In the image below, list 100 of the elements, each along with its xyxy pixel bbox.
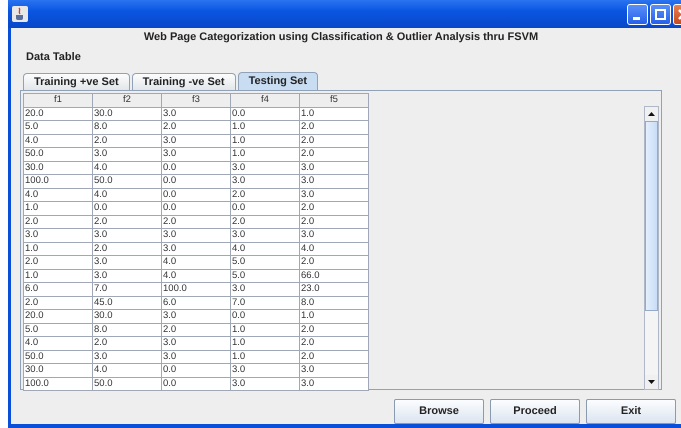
table-cell: 6.0 xyxy=(24,282,92,296)
table-cell: 7.0 xyxy=(92,282,162,296)
table-cell: 3.0 xyxy=(300,228,368,242)
table-cell: 2.0 xyxy=(162,120,230,134)
tab[interactable]: Training -ve Set xyxy=(132,73,236,90)
table-cell: 2.0 xyxy=(24,256,92,269)
table-cell: 4.0 xyxy=(300,242,368,256)
table-cell: 2.0 xyxy=(300,120,368,134)
table-cell: 30.0 xyxy=(92,107,162,120)
table-cell: 3.0 xyxy=(300,174,368,188)
table-cell: 30.0 xyxy=(24,364,92,377)
table-cell: 0.0 xyxy=(230,202,300,215)
table-cell: 4.0 xyxy=(24,134,92,148)
tab[interactable]: Testing Set xyxy=(238,72,318,90)
browse-button[interactable]: Browse xyxy=(394,399,484,424)
table-cell: 3.0 xyxy=(92,269,162,282)
table-cell: 1.0 xyxy=(24,202,92,215)
table-cell: 3.0 xyxy=(162,350,230,364)
window-heading: Web Page Categorization using Classification & Outlier Analysis thru FSVM xyxy=(142,31,540,44)
table-cell: 2.0 xyxy=(162,323,230,336)
table-cell: 4.0 xyxy=(92,364,162,377)
table-cell: 4.0 xyxy=(162,256,230,269)
table-cell: 2.0 xyxy=(92,242,162,256)
table-cell: 100.0 xyxy=(24,377,92,390)
table-cell: 3.0 xyxy=(300,364,368,377)
table-cell: 0.0 xyxy=(162,377,230,390)
column-header[interactable]: f5 xyxy=(300,94,368,107)
table-cell: 3.0 xyxy=(230,364,300,377)
table-cell: 7.0 xyxy=(230,296,300,310)
table-cell: 1.0 xyxy=(300,310,368,323)
table-cell: 2.0 xyxy=(300,215,368,228)
table-cell: 45.0 xyxy=(92,296,162,310)
table-cell: 0.0 xyxy=(162,161,230,174)
column-header[interactable]: f3 xyxy=(162,94,230,107)
table-cell: 3.0 xyxy=(162,336,230,350)
table-cell: 5.0 xyxy=(24,323,92,336)
table-cell: 2.0 xyxy=(92,134,162,148)
table-cell: 50.0 xyxy=(92,377,162,390)
table-cell: 5.0 xyxy=(230,256,300,269)
table-cell: 2.0 xyxy=(300,148,368,161)
table-cell: 8.0 xyxy=(300,296,368,310)
table-cell: 50.0 xyxy=(24,350,92,364)
table-cell: 3.0 xyxy=(92,228,162,242)
table-cell: 2.0 xyxy=(162,215,230,228)
table-cell: 3.0 xyxy=(300,188,368,202)
table-cell: 1.0 xyxy=(230,336,300,350)
table-cell: 2.0 xyxy=(92,336,162,350)
table-cell: 0.0 xyxy=(92,202,162,215)
table-cell: 3.0 xyxy=(230,228,300,242)
section-label: Data Table xyxy=(26,51,81,64)
table-cell: 5.0 xyxy=(230,269,300,282)
table-cell: 2.0 xyxy=(300,323,368,336)
table-cell: 8.0 xyxy=(92,323,162,336)
table-cell: 1.0 xyxy=(230,134,300,148)
proceed-button[interactable]: Proceed xyxy=(490,399,580,424)
table-cell: 1.0 xyxy=(24,269,92,282)
table-cell: 1.0 xyxy=(230,148,300,161)
column-header[interactable]: f4 xyxy=(230,94,300,107)
table-cell: 3.0 xyxy=(162,148,230,161)
table-cell: 3.0 xyxy=(230,282,300,296)
table-cell: 1.0 xyxy=(300,107,368,120)
table-cell: 100.0 xyxy=(162,282,230,296)
table-cell: 2.0 xyxy=(230,188,300,202)
table-cell: 1.0 xyxy=(230,350,300,364)
table-cell: 1.0 xyxy=(230,323,300,336)
table-cell: 3.0 xyxy=(92,148,162,161)
table-cell: 66.0 xyxy=(300,269,368,282)
table-cell: 2.0 xyxy=(300,134,368,148)
table-cell: 2.0 xyxy=(300,202,368,215)
table-cell: 2.0 xyxy=(300,256,368,269)
column-header[interactable]: f2 xyxy=(92,94,162,107)
table-cell: 3.0 xyxy=(162,107,230,120)
table-cell: 1.0 xyxy=(24,242,92,256)
table-cell: 0.0 xyxy=(230,310,300,323)
table-cell: 50.0 xyxy=(24,148,92,161)
table-cell: 0.0 xyxy=(162,202,230,215)
table-cell: 2.0 xyxy=(24,215,92,228)
table-cell: 3.0 xyxy=(230,161,300,174)
table-cell: 2.0 xyxy=(92,215,162,228)
tab[interactable]: Training +ve Set xyxy=(23,73,130,90)
table-cell: 8.0 xyxy=(92,120,162,134)
table-cell: 3.0 xyxy=(162,134,230,148)
table-cell: 23.0 xyxy=(300,282,368,296)
table-cell: 4.0 xyxy=(230,242,300,256)
table-cell: 4.0 xyxy=(24,188,92,202)
table-cell: 3.0 xyxy=(92,350,162,364)
table-cell: 5.0 xyxy=(24,120,92,134)
table-cell: 3.0 xyxy=(300,161,368,174)
column-header[interactable]: f1 xyxy=(24,94,92,107)
table-cell: 4.0 xyxy=(162,269,230,282)
table-cell: 3.0 xyxy=(230,377,300,390)
table-cell: 2.0 xyxy=(24,296,92,310)
table-cell: 3.0 xyxy=(162,242,230,256)
table-cell: 3.0 xyxy=(300,377,368,390)
table-cell: 100.0 xyxy=(24,174,92,188)
table-cell: 20.0 xyxy=(24,107,92,120)
table-cell: 4.0 xyxy=(92,161,162,174)
exit-button[interactable]: Exit xyxy=(586,399,676,424)
table-cell: 3.0 xyxy=(92,256,162,269)
table-cell: 4.0 xyxy=(92,188,162,202)
